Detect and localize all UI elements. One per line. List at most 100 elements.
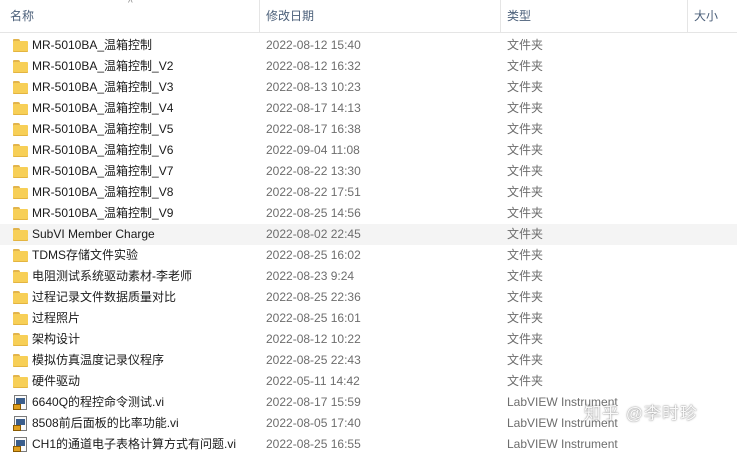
sort-ascending-icon: ^ xyxy=(128,0,133,9)
file-row[interactable]: MR-5010BA_温箱控制_V3 2022-08-13 10:23 文件夹 xyxy=(0,77,737,98)
file-type: 文件夹 xyxy=(507,206,544,220)
folder-icon xyxy=(13,227,29,242)
file-type: 文件夹 xyxy=(507,38,544,52)
column-divider[interactable] xyxy=(500,0,501,32)
column-header-type-label: 类型 xyxy=(507,9,532,23)
file-row[interactable]: MR-5010BA_温箱控制_V7 2022-08-22 13:30 文件夹 xyxy=(0,161,737,182)
folder-icon xyxy=(13,185,29,200)
file-modified-date: 2022-05-11 14:42 xyxy=(266,374,360,388)
file-modified-date: 2022-09-04 11:08 xyxy=(266,143,360,157)
file-type: 文件夹 xyxy=(507,164,544,178)
folder-icon xyxy=(13,311,29,326)
folder-icon xyxy=(13,101,29,116)
file-type: 文件夹 xyxy=(507,227,544,241)
file-row[interactable]: TDMS存储文件实验 2022-08-25 16:02 文件夹 xyxy=(0,245,737,266)
column-header-modified-label: 修改日期 xyxy=(266,9,315,23)
file-row[interactable]: MR-5010BA_温箱控制_V5 2022-08-17 16:38 文件夹 xyxy=(0,119,737,140)
file-row[interactable]: MR-5010BA_温箱控制_V8 2022-08-22 17:51 文件夹 xyxy=(0,182,737,203)
folder-icon xyxy=(13,269,29,284)
file-name: 模拟仿真温度记录仪程序 xyxy=(32,353,165,367)
file-row[interactable]: CH1的通道电子表格计算方式有问题.vi 2022-08-25 16:55 LabV… xyxy=(0,434,737,455)
file-row[interactable]: 硬件驱动 2022-05-11 14:42 文件夹 xyxy=(0,371,737,392)
file-name: TDMS存储文件实验 xyxy=(32,248,138,262)
file-type: 文件夹 xyxy=(507,374,544,388)
file-modified-date: 2022-08-25 16:02 xyxy=(266,248,361,262)
file-name: 架构设计 xyxy=(32,332,81,346)
watermark: 知乎 @李时珍 xyxy=(584,404,698,423)
folder-icon xyxy=(13,164,29,179)
file-row[interactable]: 电阻测试系统驱动素材-李老师 2022-08-23 9:24 文件夹 xyxy=(0,266,737,287)
file-type: 文件夹 xyxy=(507,311,544,325)
file-name: 6640Q的程控命令测试.vi xyxy=(32,395,165,409)
file-name: 电阻测试系统驱动素材-李老师 xyxy=(32,269,192,283)
file-row[interactable]: SubVI Member Charge 2022-08-02 22:45 文件夹 xyxy=(0,224,737,245)
file-modified-date: 2022-08-25 16:55 xyxy=(266,437,361,451)
file-modified-date: 2022-08-12 16:32 xyxy=(266,59,361,73)
file-list: MR-5010BA_温箱控制 2022-08-12 15:40 文件夹 MR-5010… xyxy=(0,35,737,455)
file-row[interactable]: MR-5010BA_温箱控制_V9 2022-08-25 14:56 文件夹 xyxy=(0,203,737,224)
file-modified-date: 2022-08-12 10:22 xyxy=(266,332,361,346)
file-name: MR-5010BA_温箱控制_V9 xyxy=(32,206,174,220)
file-type: 文件夹 xyxy=(507,185,544,199)
column-divider[interactable] xyxy=(259,0,260,32)
file-row[interactable]: MR-5010BA_温箱控制_V4 2022-08-17 14:13 文件夹 xyxy=(0,98,737,119)
file-name: MR-5010BA_温箱控制_V7 xyxy=(32,164,174,178)
file-type: 文件夹 xyxy=(507,269,544,283)
column-header-name[interactable]: 名称 xyxy=(10,0,260,32)
file-row[interactable]: 过程记录文件数据质量对比 2022-08-25 22:36 文件夹 xyxy=(0,287,737,308)
file-row[interactable]: 模拟仿真温度记录仪程序 2022-08-25 22:43 文件夹 xyxy=(0,350,737,371)
file-name: CH1的通道电子表格计算方式有问题.vi xyxy=(32,437,237,451)
file-type: 文件夹 xyxy=(507,353,544,367)
file-name: MR-5010BA_温箱控制_V5 xyxy=(32,122,174,136)
file-name: 过程记录文件数据质量对比 xyxy=(32,290,177,304)
file-modified-date: 2022-08-13 10:23 xyxy=(266,80,361,94)
file-type: 文件夹 xyxy=(507,248,544,262)
folder-icon xyxy=(13,290,29,305)
file-row[interactable]: MR-5010BA_温箱控制_V6 2022-09-04 11:08 文件夹 xyxy=(0,140,737,161)
file-modified-date: 2022-08-25 22:36 xyxy=(266,290,361,304)
file-name: 过程照片 xyxy=(32,311,81,325)
file-modified-date: 2022-08-25 22:43 xyxy=(266,353,361,367)
file-modified-date: 2022-08-22 13:30 xyxy=(266,164,361,178)
folder-icon xyxy=(13,143,29,158)
file-type: 文件夹 xyxy=(507,101,544,115)
file-modified-date: 2022-08-05 17:40 xyxy=(266,416,361,430)
file-row[interactable]: MR-5010BA_温箱控制_V2 2022-08-12 16:32 文件夹 xyxy=(0,56,737,77)
file-name: MR-5010BA_温箱控制_V3 xyxy=(32,80,174,94)
column-divider[interactable] xyxy=(687,0,688,32)
column-header-modified[interactable]: 修改日期 xyxy=(266,0,496,32)
file-row[interactable]: 架构设计 2022-08-12 10:22 文件夹 xyxy=(0,329,737,350)
labview-vi-icon xyxy=(13,437,29,452)
file-row[interactable]: 过程照片 2022-08-25 16:01 文件夹 xyxy=(0,308,737,329)
file-name: MR-5010BA_温箱控制_V4 xyxy=(32,101,174,115)
folder-icon xyxy=(13,80,29,95)
file-name: MR-5010BA_温箱控制_V6 xyxy=(32,143,174,157)
file-name: MR-5010BA_温箱控制_V8 xyxy=(32,185,174,199)
file-name: SubVI Member Charge xyxy=(32,227,155,241)
folder-icon xyxy=(13,59,29,74)
folder-icon xyxy=(13,206,29,221)
file-type: 文件夹 xyxy=(507,332,544,346)
file-modified-date: 2022-08-25 16:01 xyxy=(266,311,361,325)
file-modified-date: 2022-08-12 15:40 xyxy=(266,38,361,52)
file-modified-date: 2022-08-23 9:24 xyxy=(266,269,355,283)
column-header-bar: 名称 ^ 修改日期 类型 大小 xyxy=(0,0,737,33)
file-type: 文件夹 xyxy=(507,80,544,94)
file-name: MR-5010BA_温箱控制 xyxy=(32,38,153,52)
folder-icon xyxy=(13,374,29,389)
labview-vi-icon xyxy=(13,395,29,410)
folder-icon xyxy=(13,38,29,53)
column-header-size[interactable]: 大小 xyxy=(694,0,737,32)
file-type: 文件夹 xyxy=(507,143,544,157)
file-row[interactable]: MR-5010BA_温箱控制 2022-08-12 15:40 文件夹 xyxy=(0,35,737,56)
file-modified-date: 2022-08-02 22:45 xyxy=(266,227,361,241)
column-header-type[interactable]: 类型 xyxy=(507,0,687,32)
file-type: 文件夹 xyxy=(507,122,544,136)
file-name: MR-5010BA_温箱控制_V2 xyxy=(32,59,174,73)
folder-icon xyxy=(13,353,29,368)
file-modified-date: 2022-08-22 17:51 xyxy=(266,185,361,199)
file-modified-date: 2022-08-17 16:38 xyxy=(266,122,361,136)
folder-icon xyxy=(13,248,29,263)
column-header-size-label: 大小 xyxy=(694,9,719,23)
labview-vi-icon xyxy=(13,416,29,431)
